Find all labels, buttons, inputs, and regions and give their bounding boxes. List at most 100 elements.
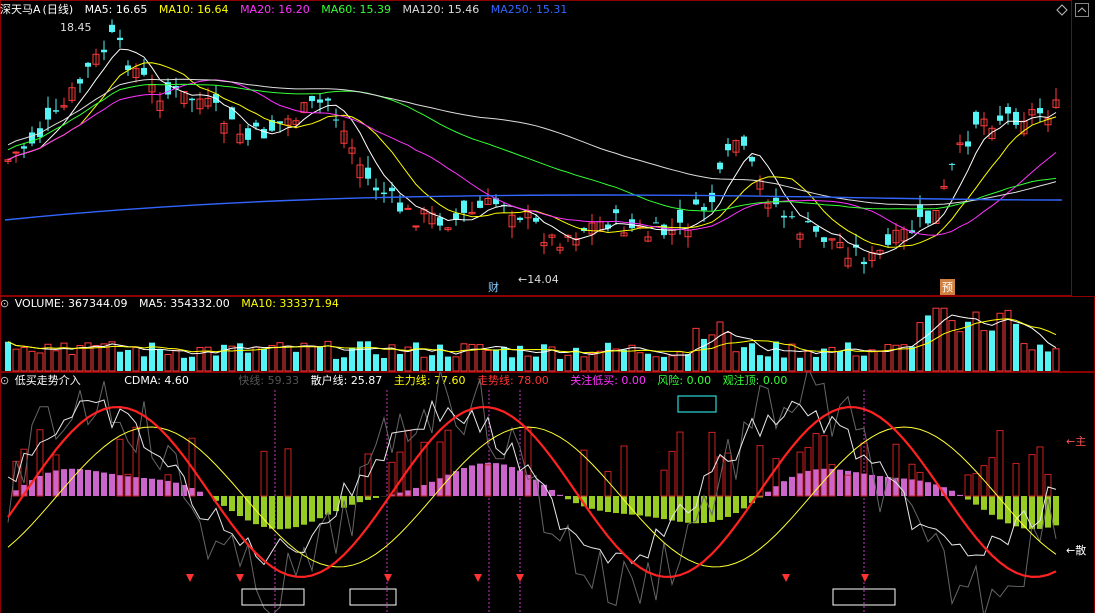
volume-bar xyxy=(1052,348,1060,372)
forecast-marker[interactable]: 预 xyxy=(940,279,955,295)
volume-bar xyxy=(1045,351,1051,371)
candle-body xyxy=(973,111,979,125)
indicator-panel[interactable]: ⊙ 低买走势介入 CDMA: 4.60 快线: 59.33 散户线: 25.87… xyxy=(0,372,1095,613)
candle-body xyxy=(317,99,323,103)
volume-bar xyxy=(884,344,892,372)
histogram-bar xyxy=(429,481,435,496)
volume-bar xyxy=(828,346,836,372)
histogram-bar xyxy=(805,470,811,496)
volume-bar xyxy=(588,352,596,372)
volume-bar xyxy=(213,355,219,371)
histogram-bar xyxy=(501,464,507,496)
histogram-bar xyxy=(557,494,563,496)
histogram-bar xyxy=(349,496,355,505)
outline-bar xyxy=(972,473,980,497)
outline-bar xyxy=(668,450,676,497)
candle-body xyxy=(109,24,115,32)
volume-bar xyxy=(5,341,11,371)
histogram-bar xyxy=(53,470,59,496)
histogram-bar xyxy=(365,496,371,500)
candle-body xyxy=(709,192,715,203)
histogram-bar xyxy=(61,469,67,496)
candle-body xyxy=(404,207,412,210)
outline-bar xyxy=(1028,454,1036,497)
candle-body xyxy=(677,209,683,223)
histogram-bar xyxy=(605,496,611,513)
histogram-bar xyxy=(309,496,315,522)
volume-bar xyxy=(628,344,636,372)
histogram-bar xyxy=(461,467,467,496)
histogram-bar xyxy=(773,486,779,496)
histogram-bar xyxy=(485,462,491,496)
histogram-bar xyxy=(965,496,971,500)
candle-body xyxy=(1013,111,1019,125)
candle-body xyxy=(917,204,923,217)
bottom-signal-box xyxy=(349,588,397,606)
volume-bar xyxy=(1013,323,1019,371)
histogram-bar xyxy=(973,496,979,505)
histogram-bar xyxy=(229,496,235,512)
histogram-bar xyxy=(221,496,227,506)
price-chart xyxy=(4,19,1063,274)
histogram-bar xyxy=(317,496,323,519)
volume-bar xyxy=(493,349,499,371)
candle-body xyxy=(997,115,1003,121)
ma20-line xyxy=(7,79,1057,236)
candle-body xyxy=(333,119,339,121)
histogram-bar xyxy=(93,471,99,496)
candle-body xyxy=(189,98,195,101)
chevron-up-icon[interactable] xyxy=(1075,3,1089,17)
financial-report-marker[interactable]: 财 xyxy=(488,279,499,295)
volume-bar xyxy=(429,355,435,371)
volume-bar xyxy=(557,358,563,371)
histogram-bar xyxy=(77,469,83,496)
candle-body xyxy=(741,136,747,146)
histogram-bar xyxy=(13,490,19,496)
candle-body xyxy=(101,49,107,53)
volume-panel[interactable]: ⊙ VOLUME: 367344.09 MA5: 354332.00 MA10:… xyxy=(0,296,1095,372)
histogram-bar xyxy=(421,485,427,496)
volume-bar xyxy=(341,357,347,371)
volume-bar xyxy=(741,347,747,371)
candle-body xyxy=(461,200,467,213)
volume-bar xyxy=(333,358,339,371)
volume-bar xyxy=(652,356,660,372)
candle-body xyxy=(653,222,659,224)
volume-bar xyxy=(612,348,620,372)
volume-bar xyxy=(141,356,147,371)
volume-bar xyxy=(261,348,267,371)
histogram-bar xyxy=(189,488,195,496)
candle-body xyxy=(1005,107,1011,114)
volume-bar xyxy=(181,357,187,371)
histogram-bar xyxy=(909,479,915,496)
histogram-bar xyxy=(125,476,131,496)
candle-body xyxy=(141,67,147,75)
volume-bar xyxy=(868,349,876,372)
candle-body xyxy=(701,207,707,211)
histogram-bar xyxy=(477,463,483,496)
volume-bar xyxy=(468,343,476,372)
volume-bar xyxy=(909,346,915,371)
histogram-bar xyxy=(829,468,835,496)
histogram-bar xyxy=(949,490,955,496)
volume-bar xyxy=(36,352,44,372)
volume-bar xyxy=(845,342,851,371)
candle-body xyxy=(613,209,619,214)
volume-bar xyxy=(533,356,539,371)
volume-bar xyxy=(965,321,971,371)
outline-bar xyxy=(580,449,588,497)
price-panel[interactable]: 深天马A (日线) MA5: 16.65 MA10: 16.64 MA20: 16… xyxy=(0,0,1095,296)
volume-bar xyxy=(1020,343,1028,372)
volume-bar xyxy=(357,341,363,371)
volume-bar xyxy=(804,350,812,372)
candle-body xyxy=(365,167,371,179)
buy-arrow-marker xyxy=(474,574,482,582)
histogram-bar xyxy=(165,480,171,496)
histogram-bar xyxy=(685,496,691,523)
histogram-bar xyxy=(717,496,723,520)
candle-body xyxy=(813,226,819,232)
outline-bar xyxy=(1036,446,1044,497)
histogram-bar xyxy=(741,496,747,509)
volume-bar xyxy=(437,344,443,371)
volume-bar xyxy=(221,344,227,371)
